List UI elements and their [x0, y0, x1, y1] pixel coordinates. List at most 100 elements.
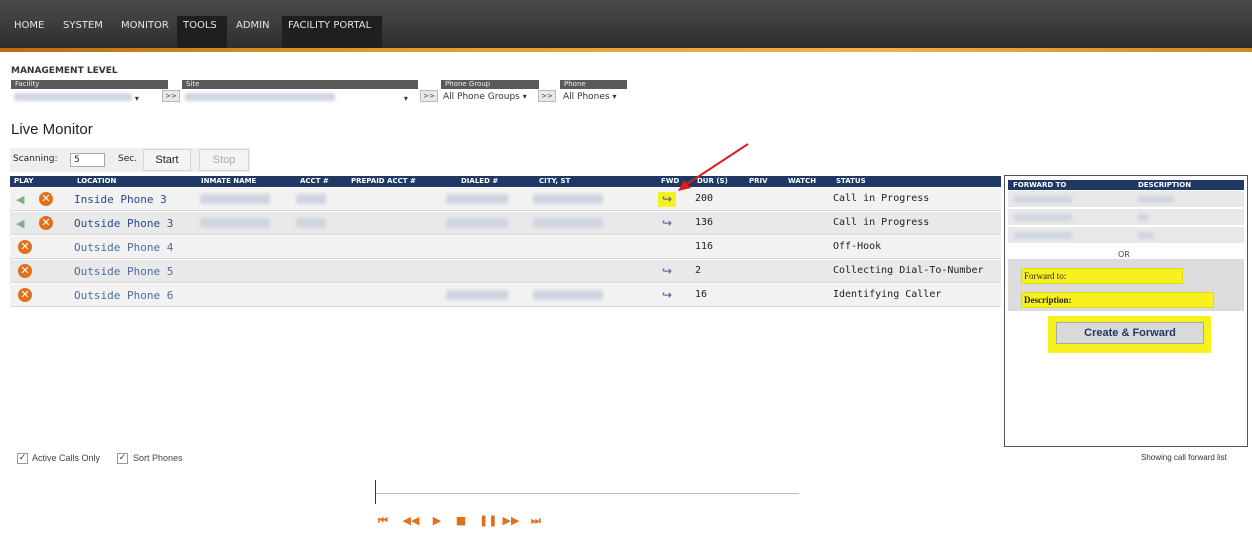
site-value-redacted: [185, 93, 335, 101]
skip-to-end-icon[interactable]: ⏭: [529, 514, 543, 528]
status-cell: Off-Hook: [833, 241, 882, 252]
inmate-name-redacted: [200, 194, 270, 204]
nav-accent-bar: [0, 48, 1252, 52]
dialed-redacted: [446, 194, 508, 204]
create-and-forward-button[interactable]: Create & Forward: [1056, 322, 1204, 344]
facility-go-button[interactable]: >>: [162, 90, 180, 102]
annotation-arrow: [678, 143, 749, 191]
location-cell: Outside Phone 5: [74, 265, 174, 278]
site-select[interactable]: ▾: [185, 90, 411, 104]
forward-list-item[interactable]: [1008, 191, 1244, 208]
nav-facility-portal[interactable]: FACILITY PORTAL: [282, 16, 382, 48]
chevron-down-icon: ▾: [522, 92, 527, 101]
col-dialed: DIALED #: [461, 177, 499, 185]
showing-forward-list-label: Showing call forward list: [1141, 453, 1227, 462]
speaker-icon[interactable]: ◀: [16, 217, 26, 230]
col-status: STATUS: [836, 177, 866, 185]
city-redacted: [533, 218, 603, 228]
or-separator: OR: [1118, 250, 1130, 259]
city-redacted: [533, 290, 603, 300]
description-label: Description:: [1024, 295, 1072, 305]
location-cell: Inside Phone 3: [74, 193, 167, 206]
speaker-icon[interactable]: ◀: [16, 193, 26, 206]
table-row[interactable]: ◀ ✕ Inside Phone 3 ↪ 200 Call in Progres…: [10, 188, 1001, 211]
table-row[interactable]: ✕ Outside Phone 4 116 Off-Hook: [10, 236, 1001, 259]
hangup-icon[interactable]: ✕: [18, 264, 32, 278]
facility-select[interactable]: ▾: [14, 90, 160, 104]
col-description: DESCRIPTION: [1138, 181, 1192, 189]
duration-cell: 16: [695, 289, 708, 300]
location-cell: Outside Phone 3: [74, 217, 174, 230]
phone-select[interactable]: All Phones ▾: [563, 90, 629, 104]
nav-system[interactable]: SYSTEM: [63, 20, 103, 48]
site-header: Site: [182, 80, 418, 89]
col-location: LOCATION: [77, 177, 117, 185]
col-city-st: CITY, ST: [539, 177, 571, 185]
forward-number-redacted: [1014, 196, 1072, 203]
site-go-button[interactable]: >>: [420, 90, 438, 102]
col-play: PLAY: [14, 177, 34, 185]
col-inmate-name: INMATE NAME: [201, 177, 257, 185]
forward-call-icon[interactable]: ↪: [658, 264, 676, 279]
phone-group-header: Phone Group: [441, 80, 539, 89]
forward-panel-header: FORWARD TO DESCRIPTION: [1008, 180, 1244, 190]
management-level-title: MANAGEMENT LEVEL: [11, 66, 118, 76]
playback-timeline[interactable]: [376, 493, 799, 494]
col-acct: ACCT #: [300, 177, 329, 185]
scanning-label: Scanning:: [13, 154, 58, 164]
create-and-forward-highlight: Create & Forward: [1048, 316, 1211, 353]
sort-phones-checkbox[interactable]: ✓: [117, 453, 128, 464]
nav-home[interactable]: HOME: [14, 20, 44, 48]
rewind-icon[interactable]: ◀◀: [401, 514, 421, 528]
chevron-down-icon: ▾: [612, 92, 617, 101]
play-icon[interactable]: ▶: [430, 514, 444, 528]
phone-group-value: All Phone Groups: [443, 92, 520, 102]
acct-redacted: [296, 194, 326, 204]
forward-description-redacted: [1138, 214, 1148, 221]
fast-forward-icon[interactable]: ▶▶: [501, 514, 521, 528]
phone-value: All Phones: [563, 92, 610, 102]
nav-admin[interactable]: ADMIN: [236, 20, 270, 48]
status-cell: Call in Progress: [833, 217, 930, 228]
forward-call-icon[interactable]: ↪: [658, 216, 676, 231]
table-row[interactable]: ◀ ✕ Outside Phone 3 ↪ 136 Call in Progre…: [10, 212, 1001, 235]
forward-call-icon[interactable]: ↪: [658, 288, 676, 303]
hangup-icon[interactable]: ✕: [18, 240, 32, 254]
forward-list-item[interactable]: [1008, 209, 1244, 226]
duration-cell: 116: [695, 241, 714, 252]
location-cell: Outside Phone 4: [74, 241, 174, 254]
city-redacted: [533, 194, 603, 204]
table-row[interactable]: ✕ Outside Phone 5 ↪ 2 Collecting Dial-To…: [10, 260, 1001, 283]
dialed-redacted: [446, 218, 508, 228]
hangup-icon[interactable]: ✕: [39, 192, 53, 206]
nav-tools[interactable]: TOOLS: [177, 16, 227, 48]
start-button[interactable]: Start: [143, 149, 191, 171]
col-watch: WATCH: [788, 177, 817, 185]
stop-icon[interactable]: ■: [454, 514, 468, 528]
hangup-icon[interactable]: ✕: [39, 216, 53, 230]
scanning-interval-input[interactable]: 5: [70, 153, 105, 167]
forward-list-item[interactable]: [1008, 227, 1244, 244]
seconds-label: Sec.: [118, 154, 138, 164]
acct-redacted: [296, 218, 326, 228]
chevron-down-icon: ▾: [134, 94, 139, 103]
skip-to-start-icon[interactable]: ⏮: [376, 514, 390, 528]
forward-to-label: Forward to:: [1024, 271, 1067, 281]
status-cell: Call in Progress: [833, 193, 930, 204]
duration-cell: 136: [695, 217, 714, 228]
active-calls-only-checkbox[interactable]: ✓: [17, 453, 28, 464]
phone-group-go-button[interactable]: >>: [538, 90, 556, 102]
pause-icon[interactable]: ❚❚: [479, 514, 497, 528]
hangup-icon[interactable]: ✕: [18, 288, 32, 302]
page-title: Live Monitor: [11, 121, 93, 138]
nav-monitor[interactable]: MONITOR: [121, 20, 169, 48]
active-calls-only-label: Active Calls Only: [32, 453, 101, 463]
status-cell: Identifying Caller: [833, 289, 942, 300]
table-row[interactable]: ✕ Outside Phone 6 ↪ 16 Identifying Calle…: [10, 284, 1001, 307]
phone-group-select[interactable]: All Phone Groups ▾: [443, 90, 533, 104]
timeline-cursor[interactable]: [375, 480, 376, 504]
stop-button[interactable]: Stop: [199, 149, 249, 171]
location-cell: Outside Phone 6: [74, 289, 174, 302]
status-cell: Collecting Dial-To-Number: [833, 265, 984, 276]
col-forward-to: FORWARD TO: [1013, 181, 1067, 189]
